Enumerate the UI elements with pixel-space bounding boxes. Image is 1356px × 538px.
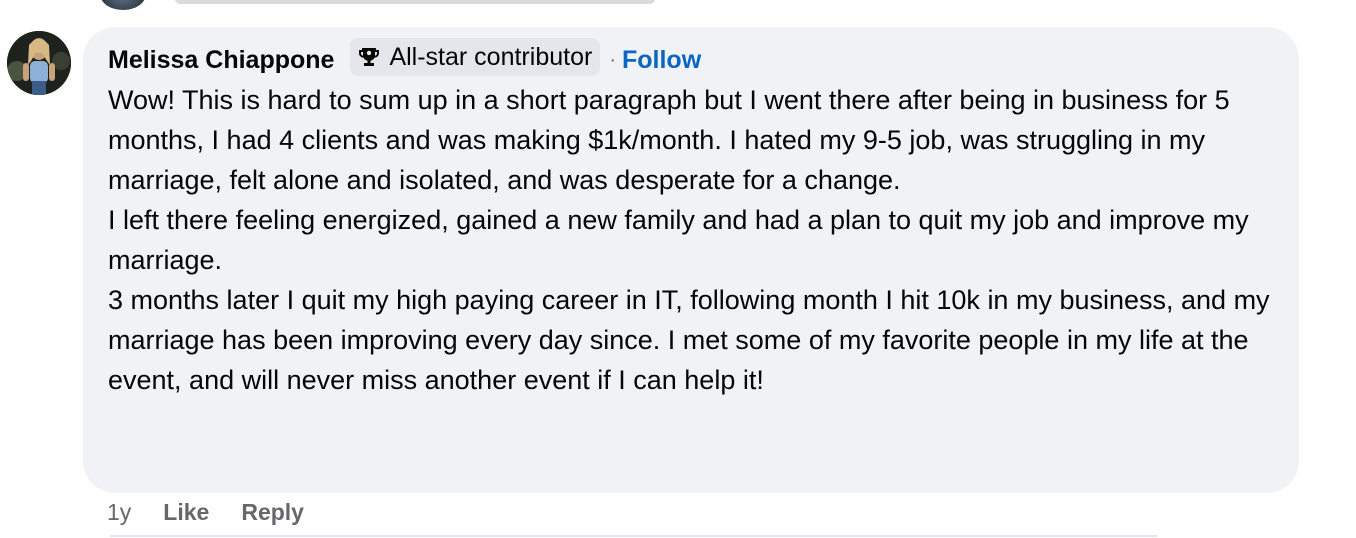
comment-paragraph: Wow! This is hard to sum up in a short p… [108,85,1230,195]
follow-button[interactable]: Follow [622,46,701,75]
avatar-photo [7,31,71,95]
previous-commenter-avatar[interactable] [100,0,146,10]
next-reply-input-edge [110,535,1158,537]
avatar[interactable] [7,31,71,95]
previous-comment-text-cutoff [175,0,655,4]
badge-label: All-star contributor [389,42,593,71]
comment-paragraph: I left there feeling energized, gained a… [108,205,1249,275]
contributor-badge[interactable]: All-star contributor [350,38,601,76]
comment-header: Melissa Chiappone All-star contributor ·… [108,38,701,76]
separator-dot: · [609,48,616,71]
comment-body: Wow! This is hard to sum up in a short p… [108,80,1288,400]
author-name[interactable]: Melissa Chiappone [108,46,334,75]
timestamp-link[interactable]: 1y [107,499,131,526]
trophy-icon [357,45,381,69]
like-button[interactable]: Like [163,499,209,526]
comment-bubble: Melissa Chiappone All-star contributor ·… [83,27,1299,493]
comment-actions: 1y Like Reply [107,496,304,528]
reply-button[interactable]: Reply [241,499,304,526]
comment-paragraph: 3 months later I quit my high paying car… [108,285,1270,395]
